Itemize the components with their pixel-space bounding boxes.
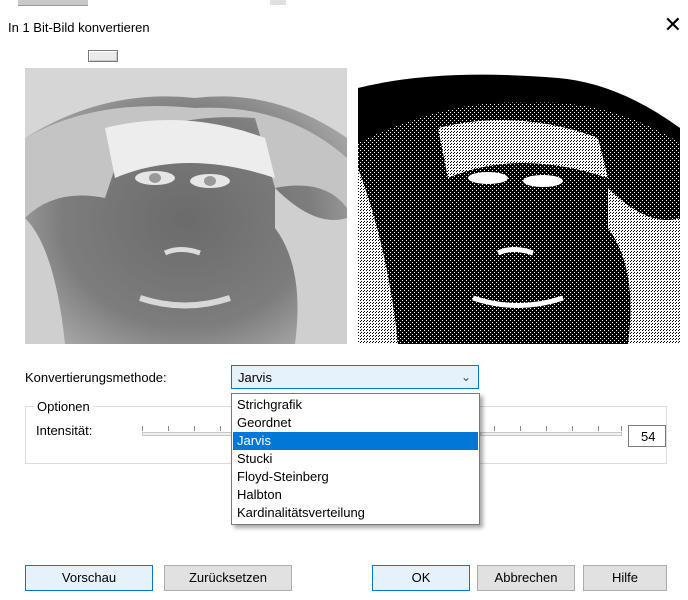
slider-tick (598, 426, 599, 431)
method-label: Konvertierungsmethode: (25, 370, 167, 385)
ok-button[interactable]: OK (372, 565, 470, 591)
dropdown-option-floyd-steinberg[interactable]: Floyd-Steinberg (233, 468, 478, 486)
slider-tick (572, 426, 573, 431)
dropdown-option-kardinalitaetsverteilung[interactable]: Kardinalitätsverteilung (233, 504, 478, 522)
slider-tick (546, 426, 547, 431)
slider-tick (520, 426, 521, 431)
method-combobox[interactable]: Jarvis ⌄ (231, 365, 479, 389)
preview-button[interactable]: Vorschau (25, 565, 153, 591)
slider-tick (494, 426, 495, 431)
original-image-preview (25, 68, 347, 344)
dropdown-option-strichgrafik[interactable]: Strichgrafik (233, 396, 478, 414)
dropdown-option-geordnet[interactable]: Geordnet (233, 414, 478, 432)
close-icon[interactable]: ✕ (664, 12, 682, 38)
original-image (25, 68, 347, 344)
options-legend: Optionen (34, 399, 93, 414)
intensity-slider-track[interactable] (142, 432, 232, 436)
help-button[interactable]: Hilfe (583, 565, 667, 591)
chevron-down-icon[interactable]: ⌄ (461, 370, 471, 384)
slider-tick (621, 426, 622, 431)
converted-image-preview (358, 68, 680, 344)
intensity-label: Intensität: (36, 423, 93, 438)
intensity-value: 54 (641, 429, 656, 444)
slider-tick (142, 426, 143, 431)
reset-button[interactable]: Zurücksetzen (164, 565, 292, 591)
dropdown-option-halbton[interactable]: Halbton (233, 486, 478, 504)
cancel-button[interactable]: Abbrechen (477, 565, 575, 591)
slider-tick (168, 426, 169, 431)
method-dropdown-list[interactable]: Strichgrafik Geordnet Jarvis Stucki Floy… (231, 393, 480, 525)
background-control (18, 0, 88, 6)
slider-tick (220, 426, 221, 431)
background-control (270, 0, 286, 5)
preview-toggle-button[interactable] (88, 50, 118, 62)
dialog-title: In 1 Bit-Bild konvertieren (8, 20, 150, 35)
dropdown-option-stucki[interactable]: Stucki (233, 450, 478, 468)
method-selected-value: Jarvis (238, 370, 272, 385)
dropdown-option-jarvis[interactable]: Jarvis (233, 432, 478, 450)
converted-image (358, 68, 680, 344)
slider-tick (194, 426, 195, 431)
intensity-value-field[interactable]: 54 (628, 425, 666, 447)
background-window-strip (0, 0, 688, 8)
intensity-slider-track-right[interactable] (480, 432, 622, 436)
